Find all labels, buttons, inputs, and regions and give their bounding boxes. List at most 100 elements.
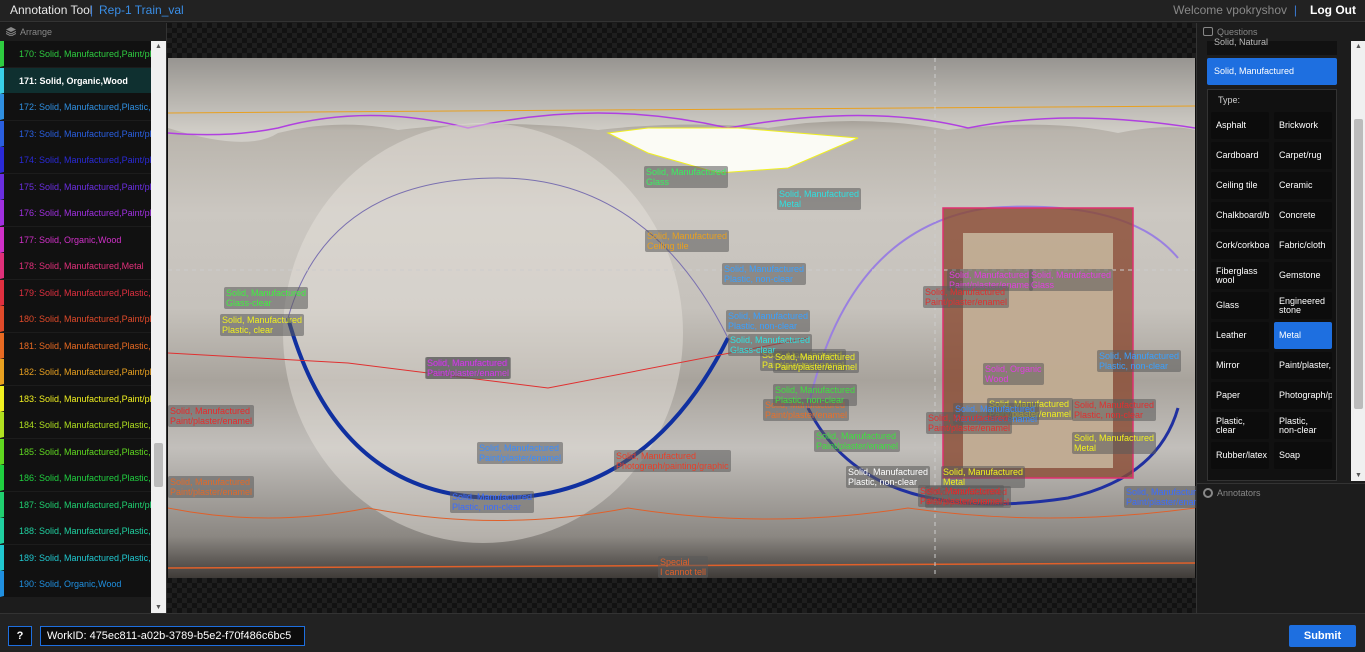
- list-item[interactable]: 172: Solid, Manufactured,Plastic,: [0, 94, 151, 120]
- list-item[interactable]: 178: Solid, Manufactured,Metal: [0, 253, 151, 279]
- annotation-label[interactable]: Solid, ManufacturedPlastic, non-clear: [846, 466, 931, 488]
- list-item[interactable]: 175: Solid, Manufactured,Paint/pl: [0, 173, 151, 200]
- annotation-label[interactable]: Solid, ManufacturedPaint/plaster/enamel: [168, 476, 255, 498]
- type-option[interactable]: Engineered stone: [1274, 292, 1332, 319]
- scroll-up-icon[interactable]: ▲: [155, 43, 162, 50]
- list-item[interactable]: 186: Solid, Manufactured,Plastic,: [0, 465, 151, 491]
- type-option[interactable]: Fiberglass wool: [1211, 262, 1269, 289]
- annotation-label[interactable]: Solid, ManufacturedPlastic, non-clear: [1072, 399, 1157, 421]
- type-option[interactable]: Ceramic: [1274, 172, 1332, 199]
- annotation-material: Ceiling tile: [647, 241, 689, 251]
- list-item[interactable]: 180: Solid, Manufactured,Paint/pl: [0, 306, 151, 332]
- logout-button[interactable]: Log Out: [1310, 3, 1356, 17]
- annotation-label[interactable]: Solid, Manufactured Metal: [777, 188, 862, 210]
- type-option[interactable]: Cork/corkboa: [1211, 232, 1269, 259]
- scroll-down-icon[interactable]: ▼: [155, 604, 162, 611]
- list-item[interactable]: 181: Solid, Manufactured,Plastic,: [0, 332, 151, 359]
- annotation-label[interactable]: Solid, ManufacturedPaint/plaster/enamel: [1124, 486, 1196, 508]
- type-option[interactable]: Metal: [1274, 322, 1332, 349]
- annotation-category: Solid, Manufactured: [949, 270, 1030, 280]
- list-item[interactable]: 189: Solid, Manufactured,Plastic,: [0, 544, 151, 571]
- type-option[interactable]: Soap: [1274, 442, 1332, 469]
- list-item[interactable]: 185: Solid, Manufactured,Plastic,: [0, 438, 151, 465]
- annotation-label[interactable]: Solid, Manufactured Ceiling tile: [645, 230, 730, 252]
- type-option[interactable]: Photograph/p: [1274, 382, 1332, 409]
- panorama-image[interactable]: [168, 58, 1195, 578]
- questions-scrollbar[interactable]: ▲ ▼: [1351, 41, 1365, 481]
- annotation-label[interactable]: Solid, ManufacturedPaint/plaster/enamel: [425, 357, 512, 379]
- type-option[interactable]: Plastic, non-clear: [1274, 412, 1332, 439]
- top-bar: Annotation Tool | Rep-1 Train_val Welcom…: [0, 0, 1365, 22]
- list-item[interactable]: 171: Solid, Organic,Wood: [0, 67, 151, 94]
- list-item[interactable]: 179: Solid, Manufactured,Plastic,: [0, 279, 151, 306]
- annotation-category: Solid, Manufactured: [816, 431, 897, 441]
- list-item[interactable]: 176: Solid, Manufactured,Paint/pl: [0, 200, 151, 226]
- help-button[interactable]: ?: [8, 626, 32, 646]
- shape-list-scrollbar[interactable]: ▲ ▼: [151, 41, 166, 613]
- list-item[interactable]: 170: Solid, Manufactured,Paint/pl: [0, 41, 151, 67]
- type-option[interactable]: Concrete: [1274, 202, 1332, 229]
- annotation-label[interactable]: Solid, ManufacturedPaint/plaster/enamel: [477, 442, 564, 464]
- type-option[interactable]: Cardboard: [1211, 142, 1269, 169]
- annotation-category: Solid, Manufactured: [775, 385, 856, 395]
- type-option[interactable]: Carpet/rug: [1274, 142, 1332, 169]
- annotation-label[interactable]: Solid, Manufactured Glass: [1029, 269, 1114, 291]
- list-item[interactable]: 174: Solid, Manufactured,Paint/pl: [0, 147, 151, 173]
- annotation-category: Solid, Manufactured: [452, 492, 533, 502]
- annotation-label[interactable]: Solid, ManufacturedPaint/plaster/enamel: [814, 430, 901, 452]
- scroll-thumb[interactable]: [154, 443, 163, 487]
- list-item[interactable]: 182: Solid, Manufactured,Paint/pl: [0, 359, 151, 385]
- workid-field[interactable]: WorkID: 475ec811-a02b-3789-b5e2-f70f486c…: [40, 626, 305, 646]
- list-item[interactable]: 173: Solid, Manufactured,Paint/pl: [0, 120, 151, 147]
- option-solid-manufactured[interactable]: Solid, Manufactured: [1207, 58, 1337, 85]
- annotation-label[interactable]: Solid, ManufacturedPlastic, non-clear: [726, 310, 811, 332]
- annotation-label[interactable]: Solid, ManufacturedPlastic, non-clear: [450, 491, 535, 513]
- submit-button[interactable]: Submit: [1289, 625, 1356, 647]
- annotation-label[interactable]: Solid, ManufacturedPlastic, non-clear: [1097, 350, 1182, 372]
- list-item[interactable]: 184: Solid, Manufactured,Plastic,: [0, 412, 151, 438]
- annotation-label[interactable]: Solid, ManufacturedPaint/plaster/enamel: [926, 412, 1013, 434]
- type-option[interactable]: Mirror: [1211, 352, 1269, 379]
- type-option[interactable]: Gemstone: [1274, 262, 1332, 289]
- list-item[interactable]: 177: Solid, Organic,Wood: [0, 226, 151, 253]
- annotation-category: Solid, Manufactured: [170, 477, 251, 487]
- annotation-label[interactable]: Solid, Manufactured Plastic, clear: [220, 314, 305, 336]
- annotation-label[interactable]: Solid, ManufacturedPaint/plaster/enamel: [168, 405, 255, 427]
- project-name[interactable]: Rep-1 Train_val: [99, 3, 184, 17]
- type-option[interactable]: Plastic, clear: [1211, 412, 1269, 439]
- annotation-label[interactable]: Solid, ManufacturedPlastic, non-clear: [722, 263, 807, 285]
- option-solid-natural[interactable]: Solid, Natural: [1207, 37, 1337, 55]
- layers-icon: [6, 27, 16, 36]
- annotation-label[interactable]: Special I cannot tell: [658, 556, 709, 578]
- type-option[interactable]: Ceiling tile: [1211, 172, 1269, 199]
- annotation-category: Solid, Manufactured: [848, 467, 929, 477]
- annotation-label[interactable]: Solid, Manufactured Metal: [1072, 432, 1157, 454]
- type-option[interactable]: Fabric/cloth: [1274, 232, 1332, 259]
- list-item[interactable]: 188: Solid, Manufactured,Plastic,: [0, 518, 151, 544]
- list-item[interactable]: 190: Solid, Organic,Wood: [0, 571, 151, 597]
- scroll-thumb[interactable]: [1354, 119, 1363, 409]
- image-viewer[interactable]: Special I cannot tell Solid, Manufactured G…: [167, 23, 1196, 613]
- scroll-up-icon[interactable]: ▲: [1355, 43, 1362, 50]
- type-option[interactable]: Asphalt: [1211, 112, 1269, 139]
- type-option[interactable]: Chalkboard/b: [1211, 202, 1269, 229]
- annotation-label[interactable]: Solid, Manufactured Glass: [644, 166, 729, 188]
- annotation-label[interactable]: Solid, Manufactured Glass-clear: [224, 287, 309, 309]
- annotation-label[interactable]: Solid, Organic Wood: [983, 363, 1044, 385]
- annotation-label[interactable]: Solid, Manufactured Photograph/painting/g…: [614, 450, 731, 472]
- type-option[interactable]: Glass: [1211, 292, 1269, 319]
- type-option[interactable]: Brickwork: [1274, 112, 1332, 139]
- list-item[interactable]: 187: Solid, Manufactured,Paint/pl: [0, 491, 151, 518]
- type-option[interactable]: Paper: [1211, 382, 1269, 409]
- list-item-label: 189: Solid, Manufactured,Plastic,: [19, 552, 151, 563]
- type-option[interactable]: Paint/plaster,: [1274, 352, 1332, 379]
- annotation-label[interactable]: Solid, ManufacturedPlastic, non-clear: [773, 384, 858, 406]
- annotation-label[interactable]: Solid, ManufacturedPaint/plaster/enamel: [918, 485, 1005, 507]
- scroll-down-icon[interactable]: ▼: [1355, 472, 1362, 479]
- type-option[interactable]: Rubber/latex: [1211, 442, 1269, 469]
- list-item[interactable]: 183: Solid, Manufactured,Paint/pl: [0, 385, 151, 412]
- annotation-label[interactable]: Solid, ManufacturedPaint/plaster/enamel: [923, 286, 1010, 308]
- annotation-material: Plastic, non-clear: [452, 502, 522, 512]
- annotation-label[interactable]: Solid, ManufacturedPaint/plaster/enamel: [773, 351, 860, 373]
- type-option[interactable]: Leather: [1211, 322, 1269, 349]
